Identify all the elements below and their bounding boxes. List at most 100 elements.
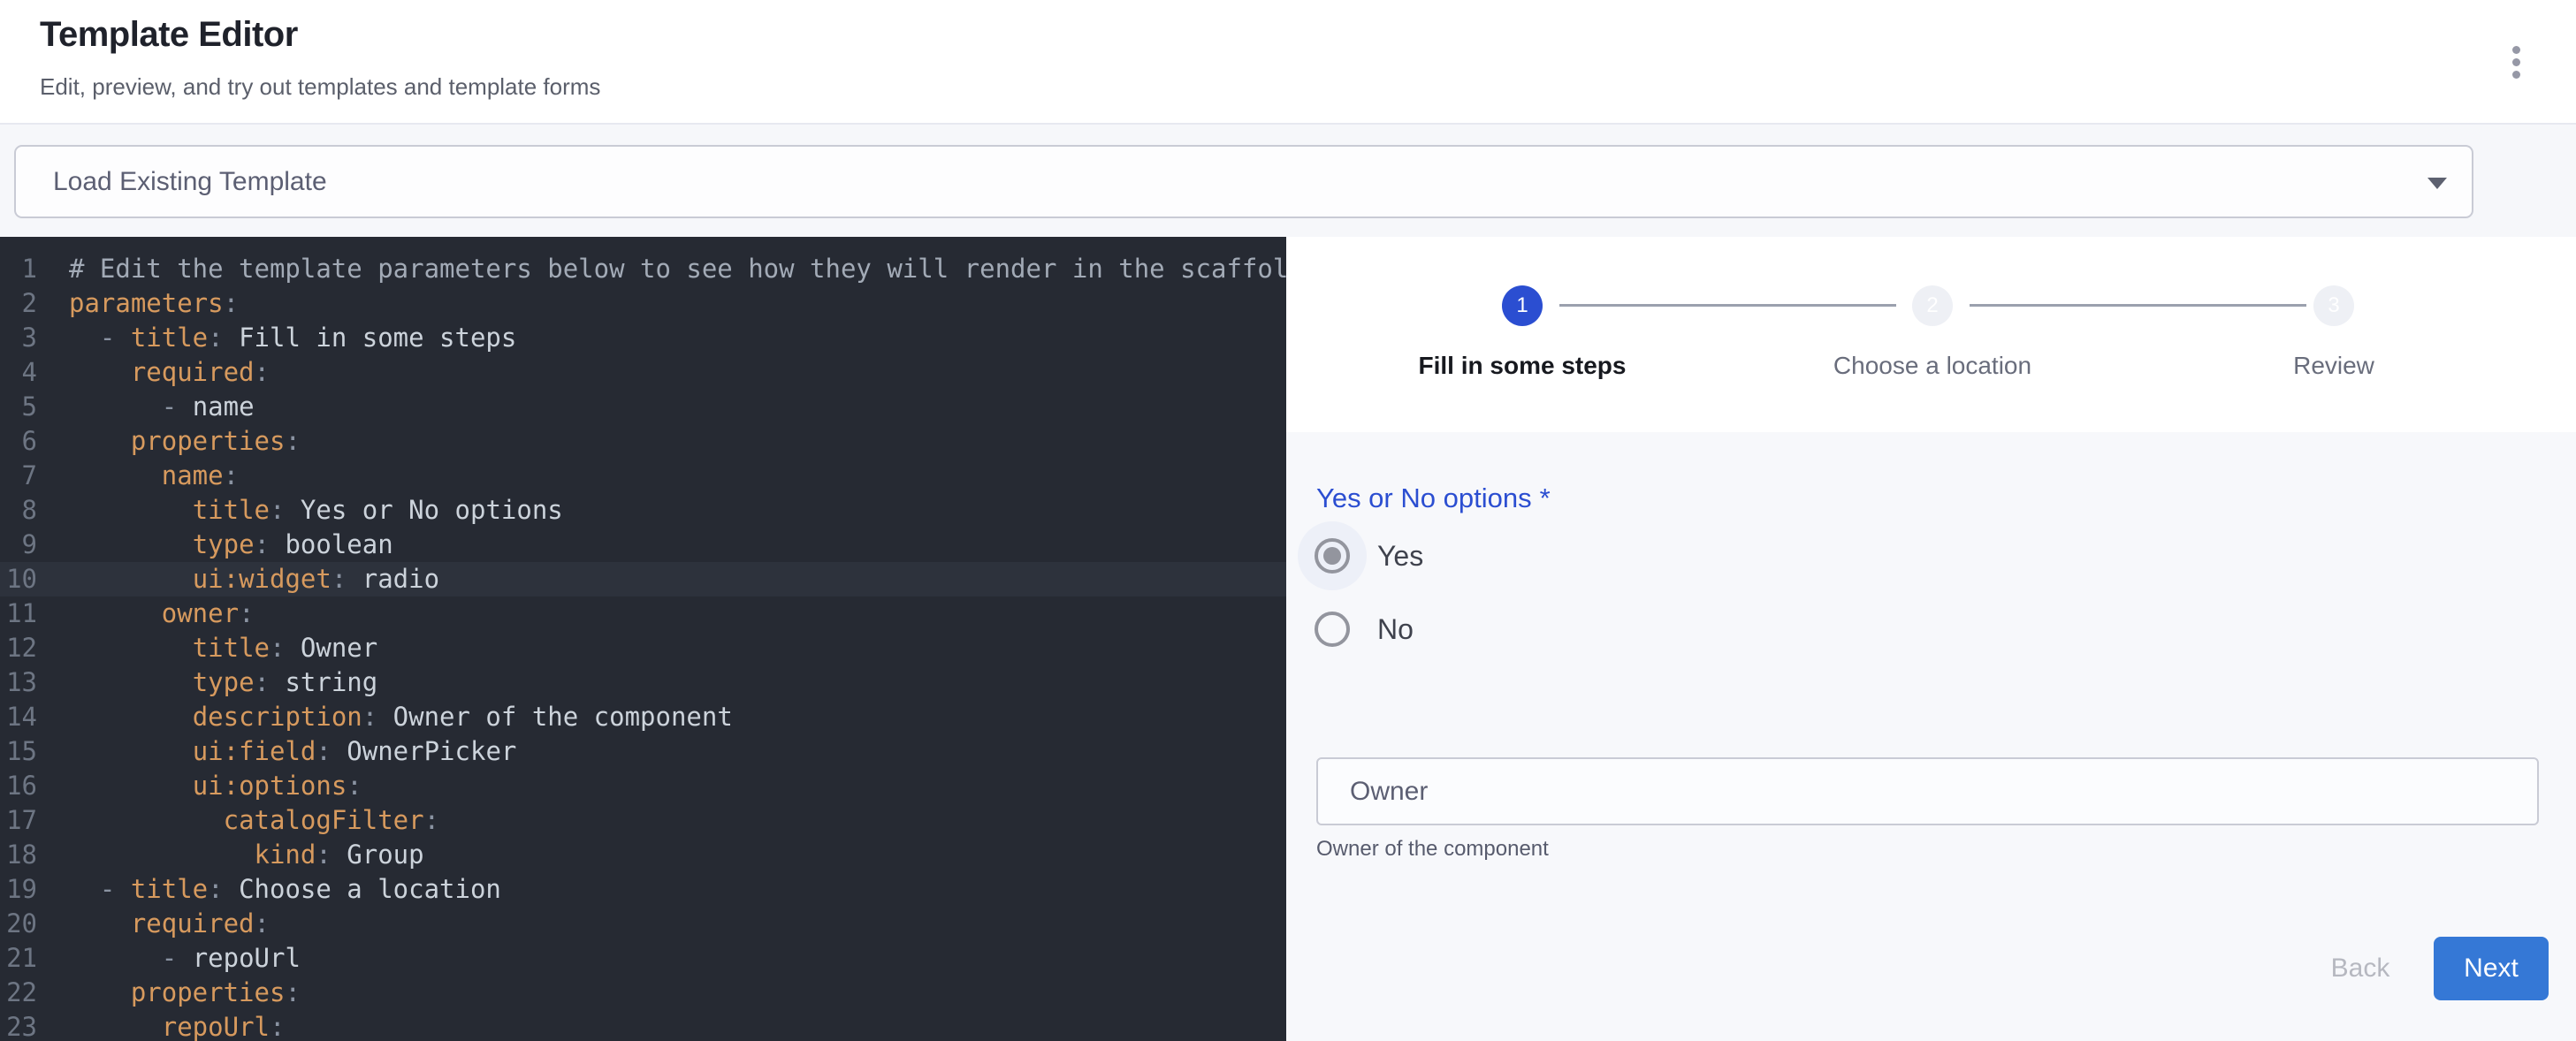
- code-line-17[interactable]: 17 catalogFilter:: [0, 803, 1286, 838]
- template-form-preview: 1 Fill in some steps 2 Choose a location 3 Re…: [1286, 237, 2576, 1041]
- code-text: ui:widget: radio: [69, 562, 439, 596]
- code-text: parameters:: [69, 286, 239, 321]
- code-text: - title: Choose a location: [69, 872, 501, 907]
- code-text: name:: [69, 459, 239, 493]
- radio-halo: [1298, 521, 1367, 590]
- kebab-dot-icon: [2512, 46, 2520, 54]
- code-line-13[interactable]: 13 type: string: [0, 665, 1286, 700]
- code-text: description: Owner of the component: [69, 700, 733, 734]
- code-line-14[interactable]: 14 description: Owner of the component: [0, 700, 1286, 734]
- code-text: catalogFilter:: [69, 803, 439, 838]
- stepper: 1 Fill in some steps 2 Choose a location 3 Re…: [1286, 237, 2576, 432]
- code-text: owner:: [69, 596, 255, 631]
- code-text: - title: Fill in some steps: [69, 321, 516, 355]
- code-line-15[interactable]: 15 ui:field: OwnerPicker: [0, 734, 1286, 769]
- owner-input[interactable]: Owner: [1316, 757, 2539, 825]
- form-area: Yes or No options* Owner Owner of the co…: [1286, 432, 2576, 1041]
- line-number: 20: [0, 907, 37, 941]
- step-circle-3: 3: [2313, 285, 2354, 326]
- line-number: 10: [0, 562, 37, 596]
- code-line-21[interactable]: 21 - repoUrl: [0, 941, 1286, 976]
- line-number: 2: [0, 286, 37, 321]
- line-number: 22: [0, 976, 37, 1010]
- code-text: repoUrl:: [69, 1010, 285, 1041]
- code-line-2[interactable]: 2 parameters:: [0, 286, 1286, 321]
- code-line-4[interactable]: 4 required:: [0, 355, 1286, 390]
- radio-halo: [1298, 595, 1367, 664]
- step-label: Choose a location: [1833, 352, 2031, 380]
- back-button[interactable]: Back: [2303, 937, 2418, 1000]
- radio-unchecked-icon[interactable]: [1315, 612, 1350, 647]
- next-button[interactable]: Next: [2434, 937, 2549, 1000]
- code-text: type: boolean: [69, 528, 393, 562]
- stepper-connector: [1970, 304, 2306, 307]
- code-text: ui:field: OwnerPicker: [69, 734, 516, 769]
- code-line-10[interactable]: 10 ui:widget: radio: [0, 562, 1286, 596]
- owner-helper-text: Owner of the component: [1316, 837, 1549, 862]
- line-number: 5: [0, 390, 37, 424]
- step-circle-1: 1: [1502, 285, 1543, 326]
- radio-checked-icon[interactable]: [1315, 538, 1350, 574]
- radio-option-no[interactable]: No: [1298, 595, 1414, 664]
- code-text: properties:: [69, 424, 301, 459]
- stepper-connector: [1559, 304, 1896, 307]
- code-text: title: Yes or No options: [69, 493, 563, 528]
- code-line-12[interactable]: 12 title: Owner: [0, 631, 1286, 665]
- load-existing-template-select[interactable]: Load Existing Template: [14, 145, 2473, 218]
- line-number: 19: [0, 872, 37, 907]
- code-line-22[interactable]: 22 properties:: [0, 976, 1286, 1010]
- code-line-8[interactable]: 8 title: Yes or No options: [0, 493, 1286, 528]
- code-line-23[interactable]: 23 repoUrl:: [0, 1010, 1286, 1041]
- line-number: 4: [0, 355, 37, 390]
- code-line-5[interactable]: 5 - name: [0, 390, 1286, 424]
- line-number: 3: [0, 321, 37, 355]
- template-editor-page: Template Editor Edit, preview, and try o…: [0, 0, 2576, 1041]
- code-line-1[interactable]: 1 # Edit the template parameters below to…: [0, 252, 1286, 286]
- radio-group-label: Yes or No options*: [1316, 483, 1551, 514]
- line-number: 9: [0, 528, 37, 562]
- code-line-7[interactable]: 7 name:: [0, 459, 1286, 493]
- line-number: 18: [0, 838, 37, 872]
- page-header: Template Editor Edit, preview, and try o…: [0, 0, 2576, 125]
- step-label: Fill in some steps: [1419, 352, 1627, 380]
- line-number: 1: [0, 252, 37, 286]
- code-text: # Edit the template parameters below to …: [69, 252, 1286, 286]
- line-number: 12: [0, 631, 37, 665]
- main-split: 1 # Edit the template parameters below to…: [0, 237, 2576, 1041]
- line-number: 23: [0, 1010, 37, 1041]
- line-number: 14: [0, 700, 37, 734]
- yaml-code-editor[interactable]: 1 # Edit the template parameters below to…: [0, 237, 1286, 1041]
- code-text: - repoUrl: [69, 941, 301, 976]
- code-line-16[interactable]: 16 ui:options:: [0, 769, 1286, 803]
- step-circle-2: 2: [1912, 285, 1953, 326]
- line-number: 15: [0, 734, 37, 769]
- code-text: required:: [69, 355, 270, 390]
- radio-option-yes[interactable]: Yes: [1298, 521, 1423, 590]
- page-title: Template Editor: [40, 14, 2576, 55]
- code-line-3[interactable]: 3 - title: Fill in some steps: [0, 321, 1286, 355]
- required-marker: *: [1540, 483, 1551, 513]
- code-line-18[interactable]: 18 kind: Group: [0, 838, 1286, 872]
- line-number: 7: [0, 459, 37, 493]
- code-line-19[interactable]: 19 - title: Choose a location: [0, 872, 1286, 907]
- code-line-6[interactable]: 6 properties:: [0, 424, 1286, 459]
- line-number: 17: [0, 803, 37, 838]
- code-line-20[interactable]: 20 required:: [0, 907, 1286, 941]
- code-text: properties:: [69, 976, 301, 1010]
- load-template-toolbar: Load Existing Template: [0, 125, 2576, 237]
- code-text: - name: [69, 390, 255, 424]
- radio-option-label: No: [1377, 613, 1414, 646]
- code-text: type: string: [69, 665, 377, 700]
- step-label: Review: [2293, 352, 2374, 380]
- kebab-menu-button[interactable]: [2500, 44, 2532, 80]
- page-subtitle: Edit, preview, and try out templates and…: [40, 73, 2576, 101]
- code-line-9[interactable]: 9 type: boolean: [0, 528, 1286, 562]
- radio-option-label: Yes: [1377, 540, 1423, 573]
- line-number: 21: [0, 941, 37, 976]
- code-line-11[interactable]: 11 owner:: [0, 596, 1286, 631]
- kebab-dot-icon: [2512, 71, 2520, 79]
- kebab-dot-icon: [2512, 58, 2520, 66]
- line-number: 8: [0, 493, 37, 528]
- caret-down-icon: [2427, 178, 2447, 189]
- code-text: kind: Group: [69, 838, 424, 872]
